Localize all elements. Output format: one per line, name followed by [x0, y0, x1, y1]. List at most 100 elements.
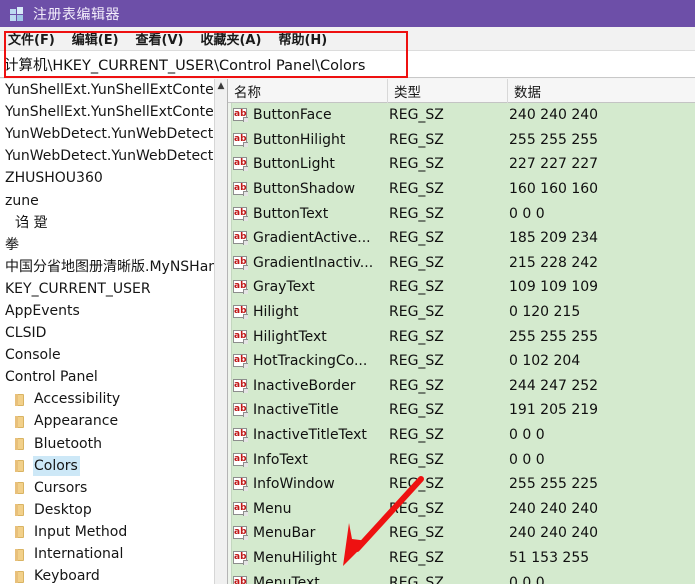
- value-type-cell: REG_SZ: [389, 549, 444, 566]
- scroll-up-arrow-icon[interactable]: ▲: [215, 79, 227, 93]
- tree-item[interactable]: AppEvents: [0, 300, 215, 322]
- tree-item[interactable]: Colors: [0, 455, 215, 477]
- value-row[interactable]: ab HotTrackingCo... REG_SZ 0 102 204: [233, 349, 695, 374]
- tree-item[interactable]: International: [0, 543, 215, 565]
- value-type-cell: REG_SZ: [389, 254, 444, 271]
- value-type-cell: REG_SZ: [389, 353, 444, 370]
- tree-item-label: 诌 跫: [15, 214, 48, 231]
- column-header-type[interactable]: 类型: [388, 79, 508, 103]
- tree-item[interactable]: 中国分省地图册清晰版.MyNSHandl: [0, 256, 215, 278]
- value-row[interactable]: ab InfoText REG_SZ 0 0 0: [233, 447, 695, 472]
- tree-item-label: Console: [5, 347, 61, 364]
- tree-item[interactable]: YunWebDetect.YunWebDetect.1: [0, 145, 215, 167]
- tree-item-label: Input Method: [34, 523, 128, 540]
- string-value-icon: ab: [233, 501, 248, 516]
- tree-item[interactable]: ZHUSHOU360: [0, 167, 215, 189]
- value-data-cell: 0 0 0: [509, 205, 545, 222]
- folder-icon: [14, 548, 26, 561]
- value-data-cell: 240 240 240: [509, 500, 599, 517]
- value-name-cell: ab Menu: [233, 501, 388, 517]
- value-data-cell: 160 160 160: [509, 181, 599, 198]
- value-type-cell: REG_SZ: [389, 451, 444, 468]
- value-name-label: GradientActive...: [253, 230, 371, 247]
- column-header-name[interactable]: 名称: [228, 79, 388, 103]
- value-row[interactable]: ab InactiveBorder REG_SZ 244 247 252: [233, 374, 695, 399]
- tree-item[interactable]: 诌 跫: [0, 212, 215, 234]
- tree-item[interactable]: 拳: [0, 234, 215, 256]
- value-type-cell: REG_SZ: [389, 328, 444, 345]
- window-title: 注册表编辑器: [33, 6, 120, 23]
- ab-glyph: ab: [234, 109, 247, 120]
- tree-item-label: YunShellExt.YunShellExtContextM: [5, 104, 215, 121]
- string-value-icon: ab: [233, 329, 248, 344]
- menu-item-file[interactable]: 文件(F): [8, 29, 55, 48]
- value-row[interactable]: ab HilightText REG_SZ 255 255 255: [233, 324, 695, 349]
- value-name-label: HotTrackingCo...: [253, 353, 368, 370]
- value-row[interactable]: ab ButtonShadow REG_SZ 160 160 160: [233, 177, 695, 202]
- tree-item[interactable]: Bluetooth: [0, 433, 215, 455]
- value-name-cell: ab InactiveTitle: [233, 402, 388, 418]
- menu-item-view[interactable]: 查看(V): [136, 29, 184, 48]
- value-row[interactable]: ab InactiveTitle REG_SZ 191 205 219: [233, 398, 695, 423]
- value-row[interactable]: ab MenuHilight REG_SZ 51 153 255: [233, 546, 695, 571]
- tree-item[interactable]: YunShellExt.YunShellExtContextM: [0, 101, 215, 123]
- tree-item-label: Control Panel: [5, 369, 98, 386]
- tree-item[interactable]: Control Panel: [0, 366, 215, 388]
- tree-item[interactable]: Console: [0, 344, 215, 366]
- tree-item[interactable]: Desktop: [0, 499, 215, 521]
- value-row[interactable]: ab InactiveTitleText REG_SZ 0 0 0: [233, 423, 695, 448]
- value-data-cell: 255 255 225: [509, 476, 599, 493]
- value-row[interactable]: ab Hilight REG_SZ 0 120 215: [233, 300, 695, 325]
- tree-item[interactable]: Keyboard: [0, 565, 215, 584]
- string-value-icon: ab: [233, 378, 248, 393]
- value-data-cell: 0 0 0: [509, 427, 545, 444]
- tree-item[interactable]: YunShellExt.YunShellExtContextM: [0, 79, 215, 101]
- registry-values-pane[interactable]: 名称 类型 数据 ab ButtonFace REG_SZ 240 240 240 ab…: [228, 79, 695, 584]
- menu-item-edit[interactable]: 编辑(E): [72, 29, 119, 48]
- folder-icon: [14, 481, 26, 495]
- value-type-cell: REG_SZ: [389, 205, 444, 222]
- string-value-icon: ab: [233, 305, 248, 320]
- ab-glyph: ab: [234, 355, 247, 366]
- tree-item[interactable]: Cursors: [0, 477, 215, 499]
- column-header-data[interactable]: 数据: [508, 79, 695, 103]
- string-value-icon: ab: [233, 182, 248, 197]
- tree-scrollbar[interactable]: ▲: [214, 79, 227, 584]
- value-row[interactable]: ab GradientInactiv... REG_SZ 215 228 242: [233, 251, 695, 276]
- tree-item[interactable]: Appearance: [0, 410, 215, 432]
- value-name-cell: ab GradientActive...: [233, 230, 388, 246]
- value-row[interactable]: ab ButtonLight REG_SZ 227 227 227: [233, 152, 695, 177]
- tree-item[interactable]: KEY_CURRENT_USER: [0, 278, 215, 300]
- value-row[interactable]: ab ButtonText REG_SZ 0 0 0: [233, 201, 695, 226]
- value-name-cell: ab MenuHilight: [233, 550, 388, 566]
- value-row[interactable]: ab ButtonFace REG_SZ 240 240 240: [233, 103, 695, 128]
- ab-glyph: ab: [234, 502, 247, 513]
- tree-item[interactable]: Input Method: [0, 521, 215, 543]
- ab-glyph: ab: [234, 133, 247, 144]
- registry-tree-pane[interactable]: YunShellExt.YunShellExtContextM YunShellE…: [0, 79, 228, 584]
- tree-item[interactable]: YunWebDetect.YunWebDetect: [0, 123, 215, 145]
- menu-item-help[interactable]: 帮助(H): [278, 29, 327, 48]
- value-row[interactable]: ab MenuBar REG_SZ 240 240 240: [233, 521, 695, 546]
- folder-icon: [14, 459, 26, 473]
- value-row[interactable]: ab Menu REG_SZ 240 240 240: [233, 497, 695, 522]
- tree-item-label: Accessibility: [34, 391, 121, 408]
- ab-glyph: ab: [234, 232, 247, 243]
- content-panes: YunShellExt.YunShellExtContextM YunShellE…: [0, 79, 695, 584]
- address-path: 计算机\HKEY_CURRENT_USER\Control Panel\Colo…: [4, 57, 366, 74]
- menu-item-favorites[interactable]: 收藏夹(A): [200, 29, 261, 48]
- tree-item[interactable]: zune: [0, 189, 215, 211]
- address-bar[interactable]: 计算机\HKEY_CURRENT_USER\Control Panel\Colo…: [0, 50, 695, 78]
- value-row[interactable]: ab ButtonHilight REG_SZ 255 255 255: [233, 128, 695, 153]
- folder-icon: [14, 393, 26, 406]
- value-row[interactable]: ab GrayText REG_SZ 109 109 109: [233, 275, 695, 300]
- value-type-cell: REG_SZ: [389, 476, 444, 493]
- tree-item-label: YunWebDetect.YunWebDetect.1: [5, 148, 215, 165]
- value-row[interactable]: ab MenuText REG_SZ 0 0 0: [233, 570, 695, 584]
- tree-item[interactable]: CLSID: [0, 322, 215, 344]
- tree-item[interactable]: Accessibility: [0, 388, 215, 410]
- value-row[interactable]: ab GradientActive... REG_SZ 185 209 234: [233, 226, 695, 251]
- folder-icon: [14, 503, 26, 517]
- ab-glyph: ab: [234, 429, 247, 440]
- value-row[interactable]: ab InfoWindow REG_SZ 255 255 225: [233, 472, 695, 497]
